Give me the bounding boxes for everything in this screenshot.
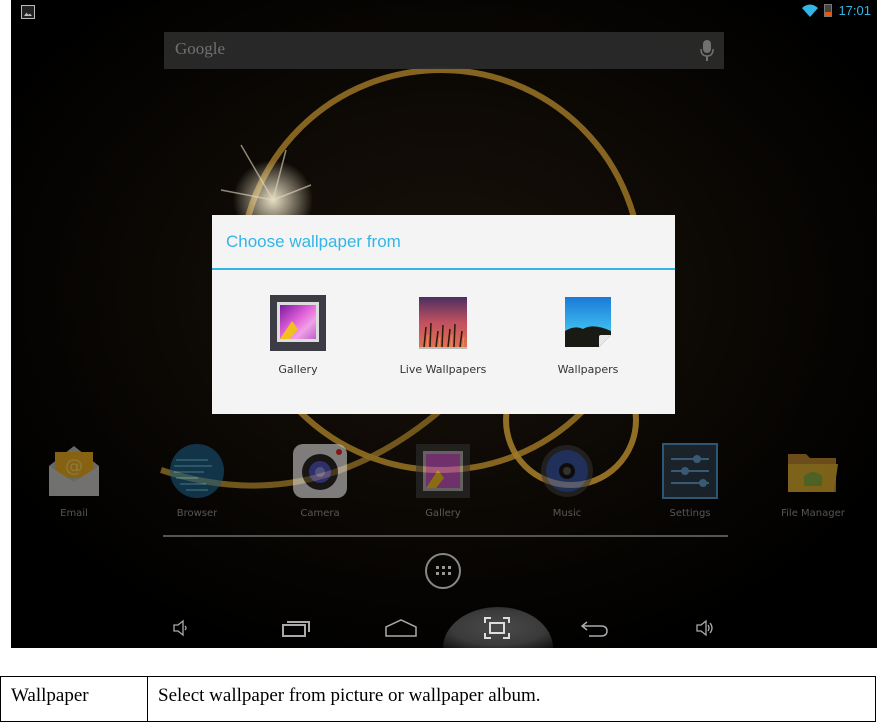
image-notification-icon[interactable] bbox=[21, 5, 35, 19]
wifi-icon bbox=[802, 4, 819, 17]
camera-icon bbox=[293, 444, 347, 498]
music-speaker-icon bbox=[541, 445, 593, 497]
status-clock: 17:01 bbox=[838, 3, 871, 18]
navigation-bar bbox=[11, 607, 877, 648]
gallery-icon bbox=[416, 444, 470, 498]
table-row: Wallpaper Select wallpaper from picture … bbox=[0, 676, 876, 722]
settings-sliders-icon bbox=[662, 443, 718, 499]
tablet-screen: 17:01 Google Choose wallpaper from Galle… bbox=[11, 0, 877, 648]
file-manager-folder-icon bbox=[788, 454, 838, 492]
volume-up-button[interactable] bbox=[685, 613, 725, 643]
dialog-divider bbox=[212, 268, 675, 270]
option-gallery[interactable]: Gallery bbox=[233, 295, 363, 376]
volume-down-button[interactable] bbox=[161, 613, 201, 643]
dock-app-label: Music bbox=[552, 508, 582, 519]
dock-app-music[interactable]: Music bbox=[517, 442, 617, 519]
battery-icon bbox=[824, 4, 833, 17]
home-dock: @ Email Browser Camera Gallery Music Set… bbox=[11, 442, 877, 522]
home-icon bbox=[385, 619, 417, 637]
gallery-icon bbox=[270, 295, 326, 351]
recent-apps-icon bbox=[282, 621, 310, 637]
description-table: Wallpaper Select wallpaper from picture … bbox=[0, 676, 876, 722]
dock-app-browser[interactable]: Browser bbox=[147, 442, 247, 519]
dock-app-email[interactable]: @ Email bbox=[24, 442, 124, 519]
table-cell-term: Wallpaper bbox=[0, 676, 148, 722]
dock-app-label: Browser bbox=[176, 508, 218, 519]
svg-text:@: @ bbox=[65, 456, 83, 477]
back-button[interactable] bbox=[574, 613, 614, 643]
google-search-bar[interactable]: Google bbox=[164, 32, 724, 69]
status-bar: 17:01 bbox=[11, 0, 877, 24]
live-wallpapers-icon bbox=[419, 297, 467, 349]
option-label: Gallery bbox=[278, 363, 318, 376]
recent-apps-button[interactable] bbox=[276, 613, 316, 643]
browser-globe-icon bbox=[170, 444, 224, 498]
dock-app-gallery[interactable]: Gallery bbox=[393, 442, 493, 519]
all-apps-button[interactable] bbox=[425, 553, 461, 589]
table-cell-description: Select wallpaper from picture or wallpap… bbox=[147, 676, 876, 722]
dialog-title: Choose wallpaper from bbox=[226, 232, 401, 251]
back-icon bbox=[580, 621, 608, 637]
dock-app-label: Email bbox=[60, 508, 88, 519]
microphone-icon[interactable] bbox=[700, 40, 714, 62]
option-live-wallpapers[interactable]: Live Wallpapers bbox=[378, 295, 508, 376]
home-button[interactable] bbox=[381, 613, 421, 643]
all-apps-grid-icon bbox=[436, 566, 451, 576]
dock-app-camera[interactable]: Camera bbox=[270, 442, 370, 519]
wallpapers-icon bbox=[565, 297, 611, 347]
email-icon: @ bbox=[49, 446, 99, 496]
dock-app-label: File Manager bbox=[781, 508, 845, 519]
dock-app-label: Camera bbox=[300, 508, 340, 519]
dock-divider bbox=[163, 535, 728, 537]
dock-app-settings[interactable]: Settings bbox=[640, 442, 740, 519]
option-label: Live Wallpapers bbox=[399, 363, 487, 376]
option-label: Wallpapers bbox=[557, 363, 619, 376]
dock-app-label: Gallery bbox=[425, 508, 461, 519]
screenshot-icon bbox=[484, 617, 510, 639]
choose-wallpaper-dialog: Choose wallpaper from Gallery Live Wallp… bbox=[212, 215, 675, 414]
search-placeholder: Google bbox=[175, 39, 226, 58]
volume-down-icon bbox=[173, 619, 187, 637]
option-wallpapers[interactable]: Wallpapers bbox=[523, 295, 653, 376]
dock-app-label: Settings bbox=[669, 508, 711, 519]
screenshot-button[interactable] bbox=[477, 613, 517, 643]
volume-up-icon bbox=[696, 619, 713, 637]
dock-app-file-manager[interactable]: File Manager bbox=[763, 442, 863, 519]
